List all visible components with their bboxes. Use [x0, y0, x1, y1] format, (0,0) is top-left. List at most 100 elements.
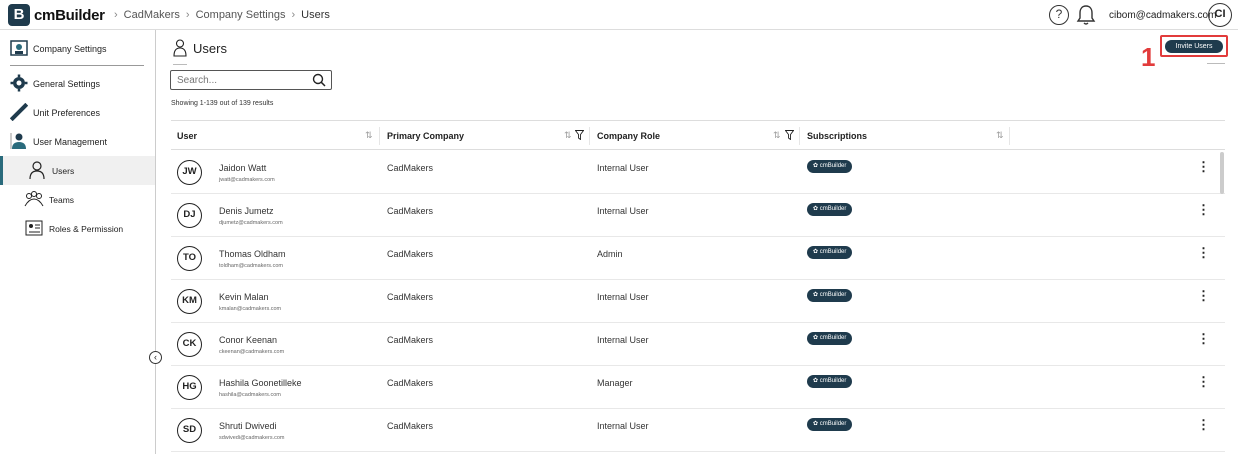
column-header-company-role[interactable]: Company Role — [597, 131, 660, 141]
avatar: DJ — [177, 203, 202, 228]
company-role: Internal User — [597, 335, 649, 345]
more-options-icon[interactable]: ⋮ — [1197, 246, 1210, 264]
sort-icon[interactable]: ⇅ — [365, 130, 373, 141]
table-row[interactable]: CK Conor Keenan ckeenan@cadmakers.com Ca… — [171, 323, 1225, 366]
building-icon — [10, 40, 28, 56]
chevron-right-icon: › — [114, 9, 118, 21]
sort-icon[interactable]: ⇅ — [996, 130, 1004, 141]
table-header: User ⇅ Primary Company ⇅ Company Role ⇅ … — [171, 120, 1225, 150]
user-icon — [29, 161, 45, 180]
search-input[interactable] — [171, 71, 301, 89]
vertical-scrollbar[interactable] — [1220, 152, 1224, 194]
user-name: Hashila Goonetilleke — [219, 378, 302, 388]
avatar[interactable]: CI — [1208, 3, 1232, 27]
subscription-badge: ✿ cmBuilder — [807, 203, 853, 216]
results-count: Showing 1-139 out of 139 results — [171, 100, 274, 107]
company-role: Internal User — [597, 206, 649, 216]
user-email: jwatt@cadmakers.com — [219, 177, 275, 183]
sidebar-item-unit-preferences[interactable]: Unit Preferences — [0, 98, 155, 127]
sidebar-item-label: Teams — [49, 195, 75, 205]
company-role: Internal User — [597, 163, 649, 173]
user-name: Shruti Dwivedi — [219, 421, 277, 431]
avatar: SD — [177, 418, 202, 443]
sidebar-item-users[interactable]: Users — [0, 156, 155, 185]
gear-icon — [10, 74, 28, 92]
search-icon[interactable] — [312, 73, 326, 87]
avatar: KM — [177, 289, 202, 314]
sidebar-item-company-settings[interactable]: Company Settings — [0, 34, 155, 63]
more-options-icon[interactable]: ⋮ — [1197, 203, 1210, 221]
user-name: Thomas Oldham — [219, 249, 286, 259]
more-options-icon[interactable]: ⋮ — [1197, 289, 1210, 307]
sidebar-item-roles-permission[interactable]: Roles & Permission — [0, 214, 155, 243]
team-icon — [24, 191, 44, 207]
user-email[interactable]: cibom@cadmakers.com — [1109, 10, 1216, 21]
breadcrumb-cadmakers[interactable]: CadMakers — [124, 9, 180, 21]
column-header-user[interactable]: User — [177, 131, 197, 141]
roles-icon — [25, 220, 43, 236]
sidebar-item-general-settings[interactable]: General Settings — [0, 69, 155, 98]
column-header-subscriptions[interactable]: Subscriptions — [807, 131, 867, 141]
search-box — [170, 70, 332, 90]
column-divider — [799, 127, 800, 145]
bell-icon[interactable] — [1076, 4, 1096, 26]
sidebar-item-user-management[interactable]: User Management — [0, 127, 155, 156]
breadcrumb-company-settings[interactable]: Company Settings — [196, 9, 286, 21]
table-row[interactable]: DJ Denis Jumetz djumetz@cadmakers.com Ca… — [171, 194, 1225, 237]
help-icon[interactable]: ? — [1049, 5, 1069, 25]
sidebar-item-label: Company Settings — [33, 44, 107, 54]
more-options-icon[interactable]: ⋮ — [1197, 418, 1210, 436]
more-options-icon[interactable]: ⋮ — [1197, 375, 1210, 393]
primary-company: CadMakers — [387, 163, 434, 173]
table-row[interactable]: KM Kevin Malan kmalan@cadmakers.com CadM… — [171, 280, 1225, 323]
company-role: Admin — [597, 249, 623, 259]
user-email: sdwivedi@cadmakers.com — [219, 435, 285, 441]
annotation-number: 1 — [1141, 42, 1156, 72]
company-role: Internal User — [597, 421, 649, 431]
app-name[interactable]: cmBuilder — [34, 7, 105, 24]
company-role: Manager — [597, 378, 633, 388]
column-header-primary-company[interactable]: Primary Company — [387, 131, 464, 141]
primary-company: CadMakers — [387, 206, 434, 216]
subscription-badge: ✿ cmBuilder — [807, 289, 853, 302]
app-logo-icon[interactable]: B — [8, 4, 30, 26]
user-name: Conor Keenan — [219, 335, 278, 345]
chevron-right-icon: › — [185, 9, 190, 21]
user-management-icon — [10, 133, 26, 149]
divider — [173, 64, 187, 65]
subscription-badge: ✿ cmBuilder — [807, 332, 853, 345]
column-divider — [589, 127, 590, 145]
table-row[interactable]: SD Shruti Dwivedi sdwivedi@cadmakers.com… — [171, 409, 1225, 452]
avatar: TO — [177, 246, 202, 271]
subscription-badge: ✿ cmBuilder — [807, 246, 853, 259]
filter-icon[interactable] — [575, 130, 584, 140]
table-row[interactable]: JW Jaidon Watt jwatt@cadmakers.com CadMa… — [171, 151, 1225, 194]
sort-icon[interactable]: ⇅ — [773, 130, 781, 141]
subscription-badge: ✿ cmBuilder — [807, 375, 853, 388]
sidebar: Company Settings General Settings Unit P… — [0, 30, 162, 454]
column-divider — [379, 127, 380, 145]
page-title: Users — [193, 41, 227, 56]
subscription-badge: ✿ cmBuilder — [807, 160, 853, 173]
top-bar: B cmBuilder › CadMakers › Company Settings ›… — [0, 0, 1238, 30]
subscription-badge: ✿ cmBuilder — [807, 418, 853, 431]
more-options-icon[interactable]: ⋮ — [1197, 160, 1210, 178]
sidebar-item-teams[interactable]: Teams — [0, 185, 155, 214]
user-name: Jaidon Watt — [219, 163, 267, 173]
ruler-icon — [10, 103, 28, 121]
user-email: ckeenan@cadmakers.com — [219, 349, 285, 355]
primary-company: CadMakers — [387, 378, 434, 388]
user-email: hashila@cadmakers.com — [219, 392, 281, 398]
primary-company: CadMakers — [387, 292, 434, 302]
user-email: kmalan@cadmakers.com — [219, 306, 282, 312]
sidebar-item-label: User Management — [33, 137, 108, 147]
user-name: Kevin Malan — [219, 292, 269, 302]
primary-company: CadMakers — [387, 249, 434, 259]
sort-icon[interactable]: ⇅ — [564, 130, 572, 141]
table-row[interactable]: TO Thomas Oldham toldham@cadmakers.com C… — [171, 237, 1225, 280]
more-options-icon[interactable]: ⋮ — [1197, 332, 1210, 350]
filter-icon[interactable] — [785, 130, 794, 140]
table-row[interactable]: HG Hashila Goonetilleke hashila@cadmaker… — [171, 366, 1225, 409]
chevron-right-icon: › — [291, 9, 296, 21]
invite-users-button[interactable]: Invite Users — [1165, 40, 1223, 53]
